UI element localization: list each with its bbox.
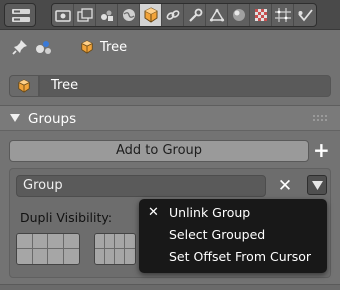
render-layers-icon — [76, 8, 93, 22]
physics-icon — [298, 9, 313, 22]
menu-item-label: Set Offset From Cursor — [169, 249, 312, 264]
tab-render[interactable] — [52, 4, 74, 26]
tab-scene[interactable] — [96, 4, 118, 26]
layer-toggle[interactable] — [17, 249, 33, 264]
group-specials-dropdown[interactable] — [307, 175, 327, 195]
object-icon — [81, 40, 93, 54]
tab-object[interactable] — [140, 4, 162, 26]
object-name-field[interactable]: Tree — [39, 75, 331, 97]
tab-material[interactable] — [228, 4, 250, 26]
layer-toggle[interactable] — [17, 234, 33, 249]
object-type-button[interactable] — [9, 75, 39, 97]
modifier-wrench-icon — [188, 8, 202, 22]
texture-icon — [254, 9, 267, 21]
object-data-icon — [209, 8, 224, 22]
pin-icon[interactable] — [12, 39, 28, 55]
x-icon: ✕ — [148, 205, 159, 220]
layer-toggle[interactable] — [125, 234, 135, 249]
context-tabs — [51, 3, 317, 27]
object-icon — [144, 7, 157, 23]
editor-type-button[interactable] — [4, 3, 36, 27]
layer-toggle[interactable] — [125, 249, 135, 264]
menu-item-set-offset-from-cursor[interactable]: Set Offset From Cursor — [139, 246, 327, 268]
constraints-icon — [166, 10, 179, 20]
layer-toggle[interactable] — [48, 249, 64, 264]
layer-toggle[interactable] — [63, 249, 79, 264]
path-object-label: Tree — [100, 40, 128, 55]
tab-world[interactable] — [118, 4, 140, 26]
dupli-visibility-label: Dupli Visibility: — [20, 210, 113, 225]
tab-object-data[interactable] — [206, 4, 228, 26]
object-name-row: Tree — [9, 75, 331, 97]
drag-grip-icon[interactable] — [313, 115, 329, 123]
groups-panel-header[interactable]: Groups — [0, 105, 340, 131]
menu-item-label: Select Grouped — [169, 227, 266, 242]
panel-title: Groups — [28, 111, 77, 127]
layer-toggle[interactable] — [115, 234, 125, 249]
panel-bottom-edge — [0, 284, 340, 290]
group-name-field[interactable]: Group — [16, 175, 266, 197]
menu-item-select-grouped[interactable]: Select Grouped — [139, 224, 327, 246]
x-icon[interactable]: ✕ — [276, 175, 294, 197]
dupli-layer-grid — [16, 233, 80, 265]
layer-toggle[interactable] — [32, 249, 48, 264]
layer-toggle[interactable] — [95, 234, 105, 249]
layer-toggle[interactable] — [48, 234, 64, 249]
triangle-down-icon — [10, 114, 20, 122]
menu-item-unlink-group[interactable]: ✕ Unlink Group — [139, 202, 327, 224]
menu-item-label: Unlink Group — [169, 205, 251, 220]
particles-icon — [274, 8, 291, 22]
object-icon — [18, 79, 30, 93]
layer-toggle[interactable] — [115, 249, 125, 264]
scene-object-icon — [36, 41, 51, 54]
group-specials-menu: ✕ Unlink Group Select Grouped Set Offset… — [139, 199, 327, 273]
layer-toggle[interactable] — [32, 234, 48, 249]
plus-icon[interactable]: + — [313, 140, 330, 160]
tab-texture[interactable] — [250, 4, 272, 26]
triangle-down-icon — [312, 181, 323, 190]
layer-toggle[interactable] — [105, 234, 115, 249]
render-icon — [54, 10, 71, 22]
tab-modifiers[interactable] — [184, 4, 206, 26]
add-to-group-button[interactable]: Add to Group — [9, 140, 309, 162]
tab-particles[interactable] — [272, 4, 294, 26]
material-icon — [232, 9, 245, 21]
context-path: Tree — [0, 30, 340, 66]
layer-toggle[interactable] — [95, 249, 105, 264]
tab-physics[interactable] — [294, 4, 316, 26]
layer-toggle[interactable] — [105, 249, 115, 264]
scene-icon — [100, 10, 113, 21]
dupli-layer-grid — [94, 233, 136, 265]
properties-header — [0, 0, 340, 30]
properties-editor-icon — [12, 9, 30, 22]
tab-constraints[interactable] — [162, 4, 184, 26]
world-icon — [122, 9, 135, 21]
layer-toggle[interactable] — [63, 234, 79, 249]
tab-render-layers[interactable] — [74, 4, 96, 26]
